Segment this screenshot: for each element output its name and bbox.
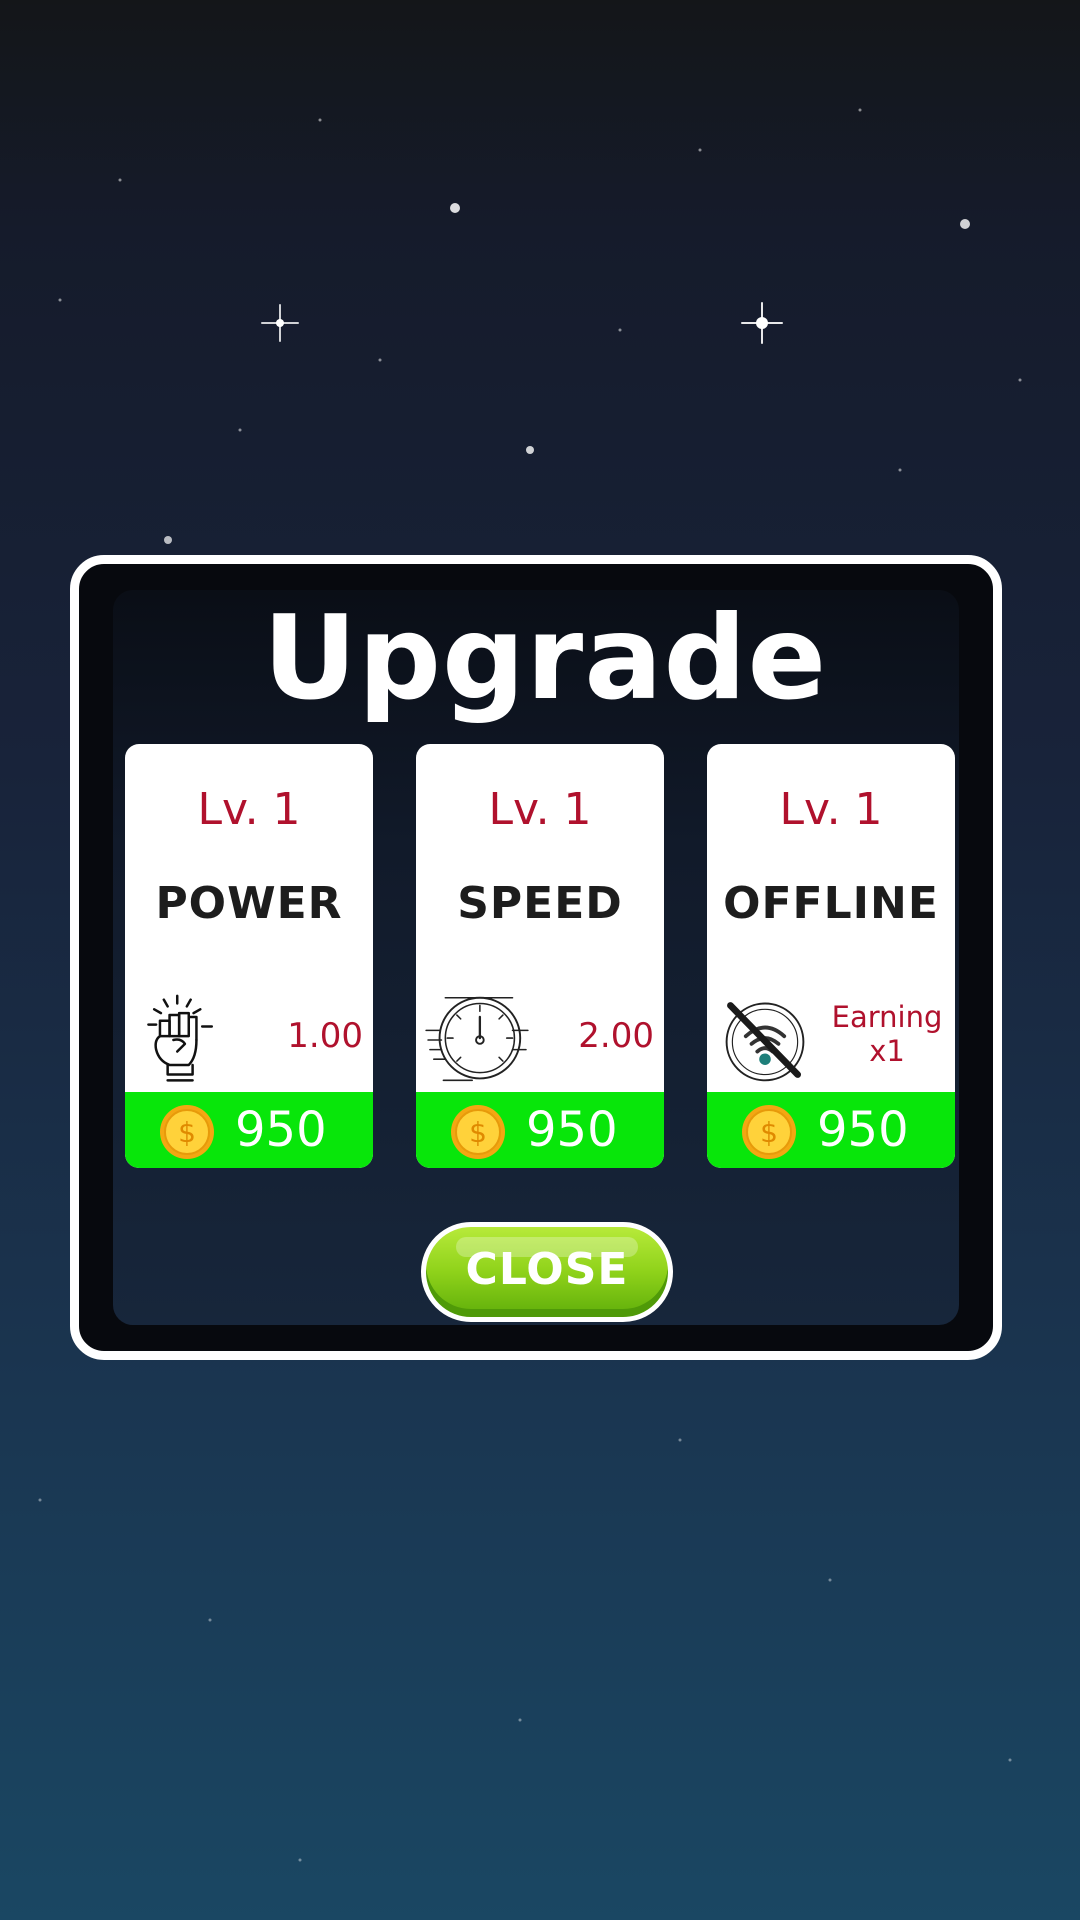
buy-button[interactable]: $ 950 [707, 1092, 955, 1168]
card-name: POWER [155, 878, 343, 929]
card-stat-value: 1.00 [287, 1016, 363, 1056]
coin-icon: $ [451, 1105, 505, 1159]
card-level: Lv. 1 [197, 784, 301, 835]
svg-text:$: $ [469, 1116, 487, 1149]
svg-text:$: $ [178, 1116, 196, 1149]
price-value: 950 [526, 1102, 618, 1158]
upgrade-card-speed[interactable]: Lv. 1 SPEED 2.00 $ 950 [416, 744, 664, 1168]
price-value: 950 [817, 1102, 909, 1158]
buy-button[interactable]: $ 950 [416, 1092, 664, 1168]
card-name: OFFLINE [723, 878, 939, 929]
card-level: Lv. 1 [488, 784, 592, 835]
card-name: SPEED [457, 878, 623, 929]
svg-text:$: $ [760, 1116, 778, 1149]
stat-line-earning: Earning [831, 1000, 943, 1034]
fist-icon [147, 994, 214, 1082]
no-wifi-icon [725, 1002, 805, 1082]
upgrade-card-offline[interactable]: Lv. 1 OFFLINE Earning x1 $ 950 [707, 744, 955, 1168]
dialog-title: Upgrade [262, 591, 828, 726]
buy-button[interactable]: $ 950 [125, 1092, 373, 1168]
close-button[interactable]: CLOSE [421, 1222, 673, 1322]
price-value: 950 [235, 1102, 327, 1158]
card-stat-value: 2.00 [578, 1016, 654, 1056]
card-stat-label: Earning x1 [819, 1000, 955, 1068]
upgrade-card-power[interactable]: Lv. 1 POWER 1.00 $ 950 [125, 744, 373, 1168]
coin-icon: $ [160, 1105, 214, 1159]
upgrade-dialog: Upgrade Lv. 1 POWER 1.00 $ 950 Lv. 1 SPE… [70, 555, 1002, 1360]
coin-icon: $ [742, 1105, 796, 1159]
stat-line-multiplier: x1 [869, 1034, 905, 1068]
speedometer-icon [425, 996, 529, 1082]
close-button-label: CLOSE [465, 1244, 629, 1295]
card-level: Lv. 1 [779, 784, 883, 835]
